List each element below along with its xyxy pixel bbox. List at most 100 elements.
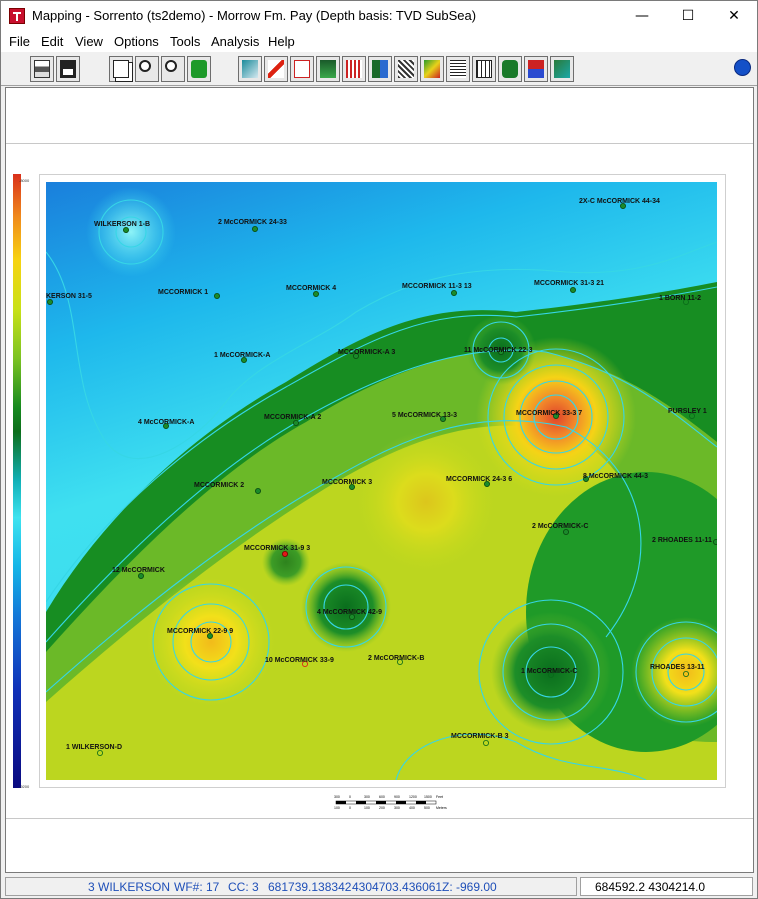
faults-button[interactable] [394, 56, 418, 82]
well-marker[interactable] [281, 550, 288, 557]
scale-feet-tick: 0 [349, 795, 351, 799]
well-marker[interactable] [213, 293, 220, 300]
save-button[interactable] [56, 56, 80, 82]
scale-bar-segment [376, 801, 386, 804]
well-label[interactable]: 1 BORN 11-2 [659, 295, 701, 302]
scale-meters-tick: 500 [424, 806, 430, 810]
zoom-in-button[interactable] [135, 56, 159, 82]
well-label[interactable]: MCCORMICK-A 3 [338, 349, 395, 356]
well-symbol-icon [372, 60, 388, 78]
well-label[interactable]: 4 McCORMICK-A [138, 419, 194, 426]
scale-meters-tick: 200 [379, 806, 385, 810]
well-label[interactable]: RHOADES 13-11 [650, 664, 705, 671]
print-icon [34, 60, 50, 78]
well-label[interactable]: 1 McCORMICK-A [214, 352, 270, 359]
well-label[interactable]: 2 McCORMICK 24-33 [218, 219, 287, 226]
well-label[interactable]: 11 McCORMICK 22-3 [464, 347, 533, 354]
zoom-out-button[interactable] [161, 56, 185, 82]
refresh-icon [191, 60, 207, 78]
layers-button[interactable] [550, 56, 574, 82]
well-label[interactable]: 2X-C McCORMICK 44-34 [579, 198, 660, 205]
wells-button[interactable] [316, 56, 340, 82]
contour-map[interactable]: WILKERSON 1-B 2 McCORMICK 24-33 2X-C McCOR… [46, 182, 717, 780]
list-button[interactable] [446, 56, 470, 82]
well-marker[interactable] [312, 291, 319, 298]
refresh-button[interactable] [187, 56, 211, 82]
menu-analysis[interactable]: Analysis [211, 34, 259, 49]
menu-tools[interactable]: Tools [170, 34, 200, 49]
well-label[interactable]: MCCORMICK 2 [194, 482, 244, 489]
well-label[interactable]: MCCORMICK-A 2 [264, 414, 321, 421]
legend-button[interactable] [498, 56, 522, 82]
contour-high-central [356, 432, 496, 572]
well-marker[interactable] [563, 528, 570, 535]
toolbox-icon [528, 60, 544, 78]
well-label[interactable]: 1 McCORMICK-C [521, 668, 577, 675]
well-label[interactable]: MCCORMICK-B 3 [451, 733, 509, 740]
scale-bar-segment [336, 801, 346, 804]
status-cursor-coordinates: 684592.2 4304214.0 [595, 880, 706, 894]
map-view-button[interactable] [238, 56, 262, 82]
menu-edit[interactable]: Edit [41, 34, 63, 49]
menu-options[interactable]: Options [114, 34, 159, 49]
help-button[interactable] [732, 56, 754, 82]
toolbar [1, 52, 757, 86]
well-marker[interactable] [570, 287, 577, 294]
well-marker[interactable] [123, 227, 130, 234]
scale-feet-tick: 600 [379, 795, 385, 799]
well-marker[interactable] [292, 419, 299, 426]
well-label[interactable]: 8 McCORMICK 44-3 [583, 473, 648, 480]
cross-section-button[interactable] [290, 56, 314, 82]
well-label[interactable]: 2 McCORMICK-C [532, 523, 588, 530]
well-marker[interactable] [254, 487, 261, 494]
print-button[interactable] [30, 56, 54, 82]
well-label[interactable]: WILKERSON 1-B [94, 221, 150, 228]
maximize-button[interactable]: ☐ [665, 1, 711, 32]
well-marker[interactable] [47, 299, 53, 306]
report-button[interactable] [472, 56, 496, 82]
well-label[interactable]: 10 McCORMICK 33-9 [265, 657, 334, 664]
well-label[interactable]: PURSLEY 1 [668, 408, 707, 415]
well-label[interactable]: 12 McCORMICK [112, 567, 165, 574]
grid-icon [346, 60, 362, 78]
well-label[interactable]: 2 RHOADES 11-11 [652, 537, 712, 544]
well-label[interactable]: 1 WILKERSON-D [66, 744, 122, 751]
copy-icon [113, 60, 129, 78]
menu-view[interactable]: View [75, 34, 103, 49]
well-label[interactable]: MCCORMICK 4 [286, 285, 336, 292]
well-label[interactable]: MCCORMICK 22-9 9 [167, 628, 233, 635]
well-marker[interactable] [138, 572, 145, 579]
menu-file[interactable]: File [9, 34, 30, 49]
toolbox-button[interactable] [524, 56, 548, 82]
well-label[interactable]: MCCORMICK 3 [322, 479, 372, 486]
close-button[interactable]: ✕ [711, 1, 757, 32]
status-wf-number: WF#: 17 [174, 880, 220, 894]
well-label[interactable]: KERSON 31-5 [46, 293, 92, 300]
well-label[interactable]: MCCORMICK 11-3 13 [402, 283, 472, 290]
well-label[interactable]: 4 McCORMICK 42-9 [317, 609, 382, 616]
map-view-icon [242, 60, 258, 78]
zoom-out-icon [165, 60, 177, 72]
well-label[interactable]: MCCORMICK 24-3 6 [446, 476, 512, 483]
well-marker[interactable] [251, 226, 258, 233]
well-symbol-button[interactable] [368, 56, 392, 82]
menu-help[interactable]: Help [268, 34, 295, 49]
footer-divider [6, 818, 753, 819]
well-marker[interactable] [713, 539, 717, 545]
status-panel-cursor: 684592.2 4304214.0 [580, 877, 753, 896]
well-label[interactable]: MCCORMICK 1 [158, 289, 208, 296]
well-label[interactable]: MCCORMICK 33-3 7 [516, 410, 582, 417]
scale-meters-tick: 100 [364, 806, 370, 810]
well-marker[interactable] [450, 290, 457, 297]
list-icon [450, 60, 466, 78]
well-label[interactable]: 2 McCORMICK-B [368, 655, 424, 662]
well-label[interactable]: MCCORMICK 31-3 21 [534, 280, 604, 287]
grid-button[interactable] [342, 56, 366, 82]
minimize-button[interactable]: — [619, 1, 665, 32]
well-label[interactable]: MCCORMICK 31-9 3 [244, 545, 310, 552]
scale-bar-segment [416, 801, 426, 804]
contour-button[interactable] [420, 56, 444, 82]
copy-button[interactable] [109, 56, 133, 82]
well-label[interactable]: 5 McCORMICK 13-3 [392, 412, 457, 419]
xyz-button[interactable] [264, 56, 288, 82]
